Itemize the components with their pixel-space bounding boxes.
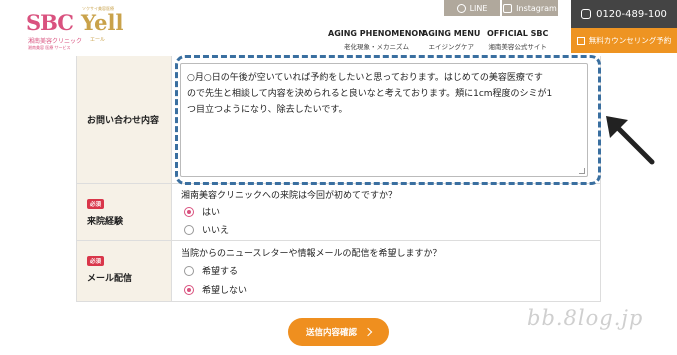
nav-aging-menu[interactable]: AGING MENU エイジングケア: [422, 29, 480, 51]
nav-official-sbc[interactable]: OFFICIAL SBC 湘南美容公式サイト: [487, 29, 548, 51]
mail-row: 必須 メール配信 当院からのニュースレターや情報メールの配信を希望しますか？ 希…: [76, 241, 601, 302]
visit-label: 来院経験: [87, 217, 124, 227]
logo-subtitle: 湘南美容クリニック: [28, 38, 83, 45]
nav-label-en: AGING PHENOMENON: [328, 29, 425, 38]
instagram-icon: [503, 3, 513, 13]
visit-option-label: はい: [202, 208, 221, 218]
visit-option-yes[interactable]: はい: [184, 205, 220, 218]
submit-label: 送信内容確認: [305, 328, 357, 338]
instagram-label: Instagram: [516, 3, 557, 13]
counseling-label: 無料カウンセリング予約: [588, 36, 672, 45]
mail-label: メール配信: [87, 274, 133, 284]
annotation-arrow-icon: [606, 116, 655, 165]
chevron-right-icon: [363, 327, 373, 337]
mail-option-label: 希望しない: [202, 286, 248, 296]
visit-label-cell: 必須 来院経験: [77, 184, 172, 240]
instagram-button[interactable]: Instagram: [502, 0, 558, 16]
mail-option-want[interactable]: 希望する: [184, 264, 238, 277]
calendar-icon: [576, 36, 585, 45]
radio-selected-icon: [184, 206, 194, 217]
logo-reading: エール: [90, 37, 106, 43]
radio-icon: [184, 265, 194, 276]
logo-subline: 湘南美容 医療 サービス: [28, 45, 71, 50]
required-badge: 必須: [87, 256, 105, 266]
mail-question: 当院からのニュースレターや情報メールの配信を希望しますか？: [181, 249, 442, 259]
highlight-dashed-box: [175, 55, 601, 185]
nav-label-jp: 老化現象・メカニズム: [343, 43, 409, 51]
radio-icon: [184, 224, 194, 235]
inquiry-label: お問い合わせ内容: [87, 116, 160, 126]
required-badge: 必須: [87, 199, 105, 209]
logo-brand: SBC: [26, 10, 74, 35]
line-label: LINE: [469, 3, 488, 13]
nav-aging-phenomenon[interactable]: AGING PHENOMENON 老化現象・メカニズム: [328, 29, 425, 51]
site-header: ソクサイ美容医療 SBC Yell 湘南美容クリニック 湘南美容 医療 サービス…: [0, 0, 677, 56]
sbc-yell-logo[interactable]: ソクサイ美容医療 SBC Yell 湘南美容クリニック 湘南美容 医療 サービス…: [26, 6, 136, 50]
visit-question: 湘南美容クリニックへの来院は今回が初めてですか？: [181, 191, 398, 201]
confirm-submit-button[interactable]: 送信内容確認: [288, 318, 389, 346]
counseling-reservation-button[interactable]: 無料カウンセリング予約: [571, 28, 677, 53]
inquiry-label-cell: お問い合わせ内容: [77, 56, 172, 183]
mail-option-decline[interactable]: 希望しない: [184, 283, 247, 296]
nav-label-en: AGING MENU: [422, 29, 481, 38]
line-button[interactable]: LINE: [444, 0, 500, 16]
nav-label-jp: エイジングケア: [428, 43, 474, 51]
phone-icon: [581, 9, 592, 19]
phone-number: 0120-489-100: [596, 8, 667, 20]
nav-label-en: OFFICIAL SBC: [487, 29, 549, 38]
visit-row: 必須 来院経験 湘南美容クリニックへの来院は今回が初めてですか？ はい いいえ: [76, 184, 601, 241]
phone-button[interactable]: 0120-489-100: [571, 0, 677, 28]
visit-option-no[interactable]: いいえ: [184, 223, 229, 236]
visit-option-label: いいえ: [202, 226, 230, 236]
mail-label-cell: 必須 メール配信: [77, 241, 172, 301]
logo-name: Yell: [81, 10, 124, 35]
watermark: bb.8log.jp: [527, 306, 644, 330]
nav-label-jp: 湘南美容公式サイト: [488, 43, 547, 51]
line-icon: [456, 3, 466, 13]
mail-option-label: 希望する: [202, 267, 239, 277]
radio-selected-icon: [184, 284, 194, 295]
inquiry-row: お問い合わせ内容 ○月○日の午後が空いていれば予約をしたいと思っております。はじ…: [76, 55, 601, 185]
